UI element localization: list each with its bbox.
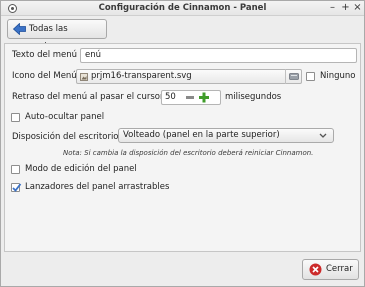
layout-note: Nota: Si cambia la disposición del escri…	[63, 149, 314, 157]
menu-icon-label: Icono del Menú	[12, 71, 77, 81]
chevron-down-icon	[319, 133, 327, 138]
all-settings-button[interactable]: Todas las opciones	[7, 19, 107, 52]
none-checkbox[interactable]	[306, 72, 315, 81]
window-title: Configuración de Cinnamon - Panel	[98, 3, 267, 13]
edit-mode-label: Modo de edición del panel	[25, 164, 137, 174]
close-label: Cerrar	[326, 264, 353, 274]
autohide-checkbox[interactable]	[11, 113, 20, 122]
folder-icon	[289, 73, 299, 80]
menu-icon-file-chooser[interactable]: prjm16-transparent.svg	[76, 69, 302, 84]
close-button[interactable]: Cerrar	[302, 259, 359, 280]
desktop-layout-value: Volteado (panel en la parte superior)	[123, 130, 280, 140]
plus-icon[interactable]	[198, 91, 210, 104]
back-arrow-icon	[13, 23, 26, 35]
menu-delay-unit: milisegundos	[225, 92, 282, 102]
edit-mode-checkbox[interactable]	[11, 165, 20, 174]
close-window-button[interactable]: ×	[352, 2, 363, 14]
menu-delay-spinner[interactable]: 50	[161, 90, 221, 105]
maximize-button[interactable]: +	[340, 2, 351, 14]
checkmark-icon	[12, 183, 22, 192]
settings-panel: Texto del menú enú Icono del Menú prjm16…	[4, 43, 361, 252]
settings-window: Configuración de Cinnamon - Panel – + × …	[0, 0, 365, 287]
title-bar[interactable]: Configuración de Cinnamon - Panel – + ×	[1, 1, 364, 16]
draggable-launchers-label: Lanzadores del panel arrastrables	[25, 182, 170, 192]
menu-delay-value: 50	[165, 92, 176, 102]
image-file-icon	[80, 73, 88, 81]
menu-delay-label: Retraso del menú al pasar el cursor	[12, 92, 164, 102]
desktop-layout-label: Disposición del escritorio	[12, 132, 119, 142]
menu-icon-filename: prjm16-transparent.svg	[91, 71, 192, 81]
minus-icon[interactable]	[184, 91, 196, 104]
draggable-launchers-checkbox[interactable]	[11, 183, 22, 192]
none-label: Ninguno	[320, 71, 356, 81]
desktop-layout-select[interactable]: Volteado (panel en la parte superior)	[118, 128, 334, 143]
minimize-button[interactable]: –	[327, 2, 338, 14]
autohide-label: Auto-ocultar panel	[25, 112, 105, 122]
menu-text-input[interactable]: enú	[80, 48, 357, 63]
menu-text-label: Texto del menú	[12, 50, 78, 60]
open-file-button[interactable]	[285, 69, 301, 84]
close-icon	[309, 263, 322, 276]
